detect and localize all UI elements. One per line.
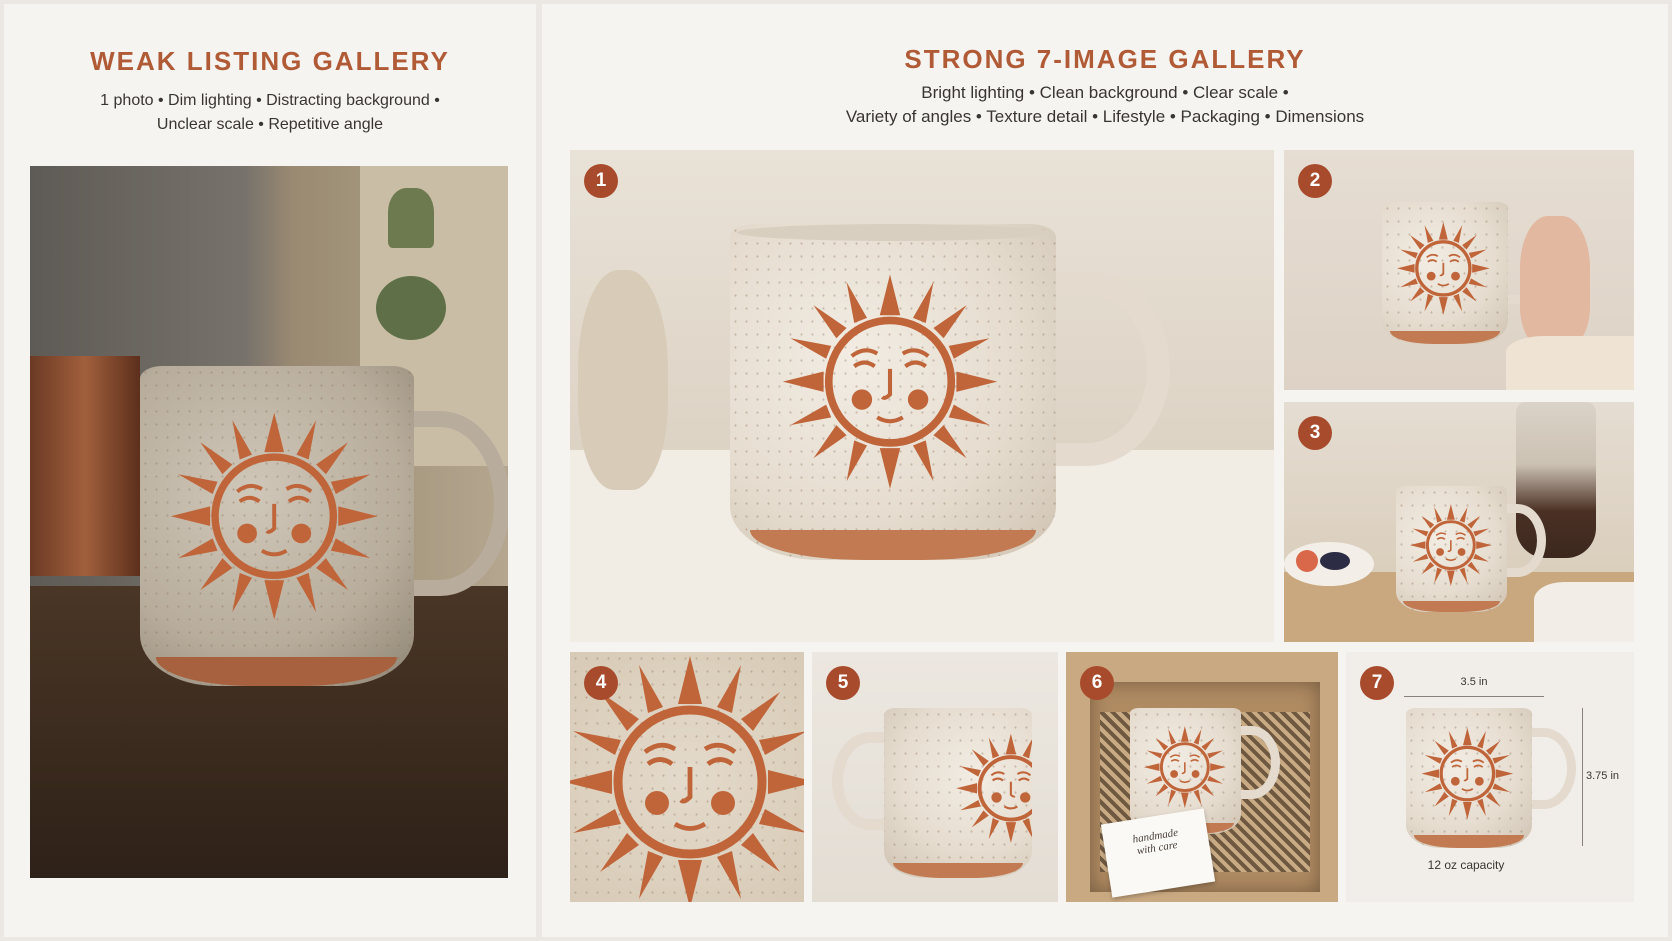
photo-number-badge: 5 xyxy=(826,666,860,700)
weak-single-photo[interactable] xyxy=(30,166,508,878)
in-hand-photo[interactable]: 2 xyxy=(1284,150,1634,390)
boxed-mug xyxy=(1130,708,1280,834)
cactus-print xyxy=(388,188,434,248)
ceramic-vase xyxy=(578,270,668,490)
width-label: 3.5 in xyxy=(1460,676,1488,688)
dimensions-photo[interactable]: 7 3.5 in 3.75 in 12 oz capacity xyxy=(1346,652,1634,902)
capacity-label: 12 oz capacity xyxy=(1427,858,1505,872)
texture-detail-photo[interactable]: 4 xyxy=(570,652,804,902)
sun-face-icon xyxy=(750,254,1030,509)
weak-subtitle-line-1: 1 photo • Dim lighting • Distracting bac… xyxy=(100,92,440,109)
lifestyle-mug xyxy=(1396,486,1546,612)
cactus-print xyxy=(376,276,446,340)
lifestyle-photo[interactable]: 3 xyxy=(1284,402,1634,642)
photo-number-badge: 4 xyxy=(584,666,618,700)
height-dimension-line xyxy=(1582,708,1583,846)
side-angle-photo[interactable]: 5 xyxy=(812,652,1058,902)
knit-sleeve xyxy=(1506,336,1634,390)
hand xyxy=(1520,216,1590,346)
linen-cloth xyxy=(1534,582,1634,642)
packaging-photo[interactable]: 6 handmade with care xyxy=(1066,652,1338,902)
sun-face-icon xyxy=(151,385,397,647)
photo-number-badge: 3 xyxy=(1298,416,1332,450)
sun-face-icon xyxy=(1136,718,1234,816)
weak-subtitle-line-2: Unclear scale • Repetitive angle xyxy=(156,116,384,133)
sun-face-icon xyxy=(946,722,1032,855)
width-dimension-line xyxy=(1404,696,1544,697)
sun-face-icon xyxy=(1412,719,1523,828)
weak-gallery-title: WEAK LISTING GALLERY xyxy=(90,46,450,76)
strong-subtitle-line-1: Bright lighting • Clean background • Cle… xyxy=(921,83,1289,102)
photo-number-badge: 7 xyxy=(1360,666,1394,700)
sun-face-icon xyxy=(1388,213,1499,324)
strong-gallery-subtitle: Bright lighting • Clean background • Cle… xyxy=(542,81,1668,129)
strong-subtitle-line-2: Variety of angles • Texture detail • Lif… xyxy=(845,107,1365,126)
strong-gallery-title: STRONG 7-IMAGE GALLERY xyxy=(904,44,1306,74)
side-mug xyxy=(832,708,1032,878)
weak-mug xyxy=(140,366,508,686)
weak-gallery-panel: WEAK LISTING GALLERY 1 photo • Dim light… xyxy=(4,4,536,937)
hero-mug xyxy=(730,224,1170,560)
dimension-mug xyxy=(1406,708,1576,848)
weak-gallery-subtitle: 1 photo • Dim lighting • Distracting bac… xyxy=(4,89,536,137)
height-label: 3.75 in xyxy=(1586,770,1620,782)
hero-photo[interactable]: 1 xyxy=(570,150,1274,642)
fruit-plate xyxy=(1284,542,1374,586)
photo-number-badge: 6 xyxy=(1080,666,1114,700)
photo-number-badge: 2 xyxy=(1298,164,1332,198)
sun-face-icon xyxy=(1402,496,1500,594)
photo-number-badge: 1 xyxy=(584,164,618,198)
strong-gallery-panel: STRONG 7-IMAGE GALLERY Bright lighting •… xyxy=(542,4,1668,937)
copper-pen-cup xyxy=(30,356,140,576)
